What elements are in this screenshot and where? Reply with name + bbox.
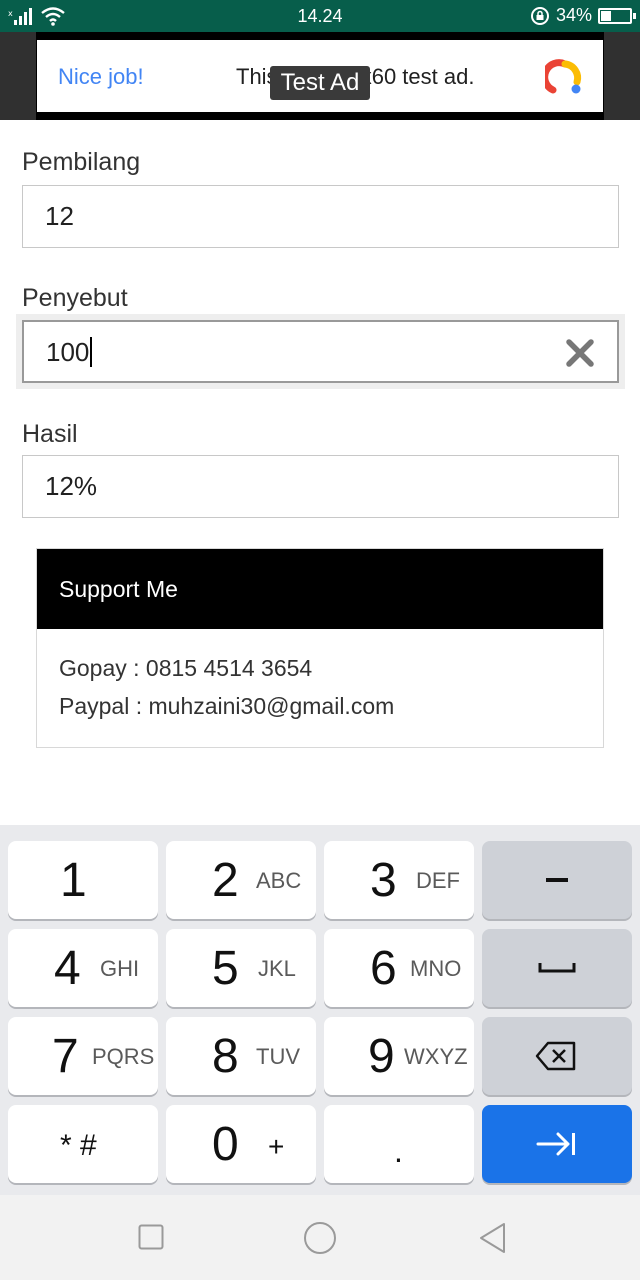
support-card: Support Me Gopay : 0815 4514 3654 Paypal…	[36, 548, 604, 748]
backspace-icon	[535, 1041, 576, 1071]
screen: x 14.24 34% Nice job! This test ad. Test…	[0, 0, 640, 1280]
ad-logo-icon	[545, 59, 582, 94]
key-8-digit: 8	[212, 1030, 239, 1083]
numerator-value: 12	[45, 201, 74, 231]
key-9-digit: 9	[368, 1030, 395, 1083]
test-ad-badge: Test Ad	[270, 66, 370, 100]
key-6-letters: MNO	[410, 956, 462, 981]
symbols-key-label: * #	[60, 1129, 97, 1162]
numerator-input[interactable]: 12	[22, 185, 619, 248]
key-5-letters: JKL	[258, 956, 296, 981]
key-7-digit: 7	[52, 1030, 79, 1083]
next-tab-icon	[536, 1132, 575, 1156]
key-1[interactable]: 1	[8, 841, 158, 919]
symbols-key[interactable]: * #	[8, 1105, 158, 1183]
key-6-digit: 6	[370, 942, 397, 995]
space-key[interactable]	[482, 929, 632, 1007]
battery-icon	[598, 7, 636, 24]
minus-icon	[546, 878, 568, 882]
key-0-digit: 0	[212, 1118, 239, 1171]
recent-apps-icon[interactable]	[138, 1224, 164, 1250]
key-5-digit: 5	[212, 942, 239, 995]
period-key-label: .	[394, 1133, 403, 1169]
close-icon[interactable]	[565, 338, 595, 368]
battery-level	[601, 10, 611, 21]
period-key[interactable]: .	[324, 1105, 474, 1183]
support-card-title: Support Me	[37, 549, 603, 629]
key-7[interactable]: 7 PQRS	[8, 1017, 158, 1095]
key-2-digit: 2	[212, 854, 239, 907]
minus-key[interactable]	[482, 841, 632, 919]
ad-banner[interactable]: Nice job! This is a 468x60 test ad. Test…	[0, 32, 640, 120]
key-3-digit: 3	[370, 854, 397, 907]
gopay-line: Gopay : 0815 4514 3654	[59, 655, 313, 681]
denominator-value: 100	[46, 337, 90, 367]
back-icon[interactable]	[478, 1222, 508, 1254]
key-4-digit: 4	[54, 942, 81, 995]
key-8-letters: TUV	[256, 1044, 300, 1069]
denominator-label: Penyebut	[22, 284, 128, 312]
battery-percent: 34%	[555, 5, 592, 25]
key-9-letters: WXYZ	[404, 1044, 468, 1069]
status-right-icons: 34%	[530, 5, 636, 26]
key-4[interactable]: 4 GHI	[8, 929, 158, 1007]
key-7-letters: PQRS	[92, 1044, 155, 1069]
key-9[interactable]: 9 WXYZ	[324, 1017, 474, 1095]
status-bar: x 14.24 34%	[0, 0, 640, 32]
key-2[interactable]: 2 ABC	[166, 841, 316, 919]
key-3-letters: DEF	[416, 868, 460, 893]
key-1-digit: 1	[60, 854, 87, 907]
result-field[interactable]: 12%	[22, 455, 619, 518]
key-6[interactable]: 6 MNO	[324, 929, 474, 1007]
space-icon	[538, 963, 576, 973]
numeric-keyboard: 1 2 ABC 3 DEF 4 GHI 5 JKL 6 MNO 7 PQRS 8…	[0, 825, 640, 1195]
key-0-plus: +	[268, 1131, 285, 1162]
key-4-letters: GHI	[100, 956, 140, 981]
navigation-bar	[0, 1195, 640, 1280]
denominator-input[interactable]: 100	[22, 320, 619, 383]
key-0[interactable]: 0 +	[166, 1105, 316, 1183]
ad-headline[interactable]: Nice job!	[58, 64, 144, 90]
backspace-key[interactable]	[482, 1017, 632, 1095]
numerator-label: Pembilang	[22, 148, 141, 176]
key-8[interactable]: 8 TUV	[166, 1017, 316, 1095]
paypal-line: Paypal : muhzaini30@gmail.com	[59, 693, 395, 719]
rotation-lock-icon	[530, 6, 549, 25]
key-5[interactable]: 5 JKL	[166, 929, 316, 1007]
home-icon[interactable]	[303, 1221, 337, 1255]
key-3[interactable]: 3 DEF	[324, 841, 474, 919]
key-2-letters: ABC	[256, 868, 302, 893]
result-value: 12%	[45, 471, 98, 501]
text-cursor	[90, 337, 93, 368]
next-key[interactable]	[482, 1105, 632, 1183]
result-label: Hasil	[22, 420, 78, 448]
